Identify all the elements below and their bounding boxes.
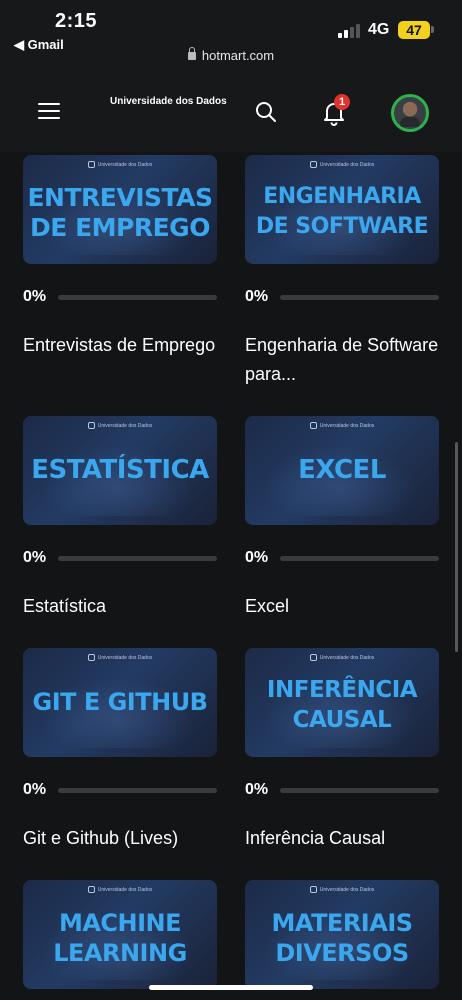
course-title[interactable]: Entrevistas de Emprego	[23, 331, 217, 360]
course-thumbnail[interactable]: Universidade dos Dados MATERIAIS DIVERSO…	[245, 880, 439, 989]
status-bar: 2:15 ◀ Gmail 4G 47 hotmart.com	[0, 0, 462, 74]
thumbnail-logo: Universidade dos Dados	[23, 886, 217, 893]
course-thumbnail[interactable]: Universidade dos Dados INFERÊNCIA CAUSAL	[245, 648, 439, 757]
progress-track	[58, 295, 217, 300]
app-header: Universidade dos Dados 1	[0, 74, 462, 152]
thumbnail-title: MACHINE LEARNING	[53, 909, 187, 967]
search-icon[interactable]	[254, 100, 278, 124]
avatar[interactable]	[391, 94, 429, 132]
status-time: 2:15	[55, 10, 98, 32]
thumbnail-logo: Universidade dos Dados	[245, 654, 439, 661]
thumbnail-title: INFERÊNCIA CAUSAL	[266, 677, 418, 733]
course-thumbnail[interactable]: Universidade dos Dados ENGENHARIA DE SOF…	[245, 155, 439, 264]
course-thumbnail[interactable]: Universidade dos Dados EXCEL	[245, 416, 439, 525]
signal-icon	[338, 24, 362, 38]
course-thumbnail[interactable]: Universidade dos Dados ENTREVISTAS DE EM…	[23, 155, 217, 264]
thumbnail-title: ENGENHARIA DE SOFTWARE	[255, 184, 429, 239]
thumbnail-title: ESTATÍSTICA	[31, 455, 209, 485]
brand-name[interactable]: Universidade dos Dados	[110, 96, 227, 107]
progress-row: 0%	[23, 288, 217, 306]
home-indicator[interactable]	[149, 985, 313, 990]
course-thumbnail[interactable]: Universidade dos Dados GIT E GITHUB	[23, 648, 217, 757]
address-bar[interactable]: hotmart.com	[0, 47, 462, 63]
course-title[interactable]: Inferência Causal	[245, 824, 439, 853]
thumbnail-logo: Universidade dos Dados	[23, 422, 217, 429]
thumbnail-title: MATERIAIS DIVERSOS	[271, 909, 413, 967]
thumbnail-logo: Universidade dos Dados	[23, 654, 217, 661]
progress-row: 0%	[245, 781, 439, 799]
network-type: 4G	[368, 21, 390, 38]
course-thumbnail[interactable]: Universidade dos Dados MACHINE LEARNING	[23, 880, 217, 989]
thumbnail-logo: Universidade dos Dados	[23, 161, 217, 168]
thumbnail-title: ENTREVISTAS DE EMPREGO	[27, 183, 213, 242]
progress-percent: 0%	[23, 781, 47, 798]
menu-icon[interactable]	[38, 102, 60, 120]
progress-percent: 0%	[23, 288, 47, 305]
progress-row: 0%	[23, 549, 217, 567]
progress-track	[58, 556, 217, 561]
progress-row: 0%	[245, 288, 439, 306]
url-text: hotmart.com	[201, 48, 275, 63]
lock-icon	[187, 47, 196, 60]
course-title[interactable]: Engenharia de Software para...	[245, 331, 439, 389]
course-title[interactable]: Git e Github (Lives)	[23, 824, 217, 853]
progress-row: 0%	[23, 781, 217, 799]
notification-badge: 1	[334, 94, 350, 110]
progress-percent: 0%	[245, 549, 269, 566]
progress-percent: 0%	[245, 781, 269, 798]
progress-track	[280, 295, 439, 300]
course-title[interactable]: Excel	[245, 592, 439, 621]
thumbnail-title: GIT E GITHUB	[32, 688, 208, 716]
thumbnail-title: EXCEL	[298, 455, 386, 485]
progress-track	[280, 788, 439, 793]
progress-track	[280, 556, 439, 561]
progress-percent: 0%	[23, 549, 47, 566]
battery-tip	[431, 26, 434, 33]
progress-row: 0%	[245, 549, 439, 567]
thumbnail-logo: Universidade dos Dados	[245, 886, 439, 893]
thumbnail-logo: Universidade dos Dados	[245, 161, 439, 168]
progress-track	[58, 788, 217, 793]
course-title[interactable]: Estatística	[23, 592, 217, 621]
scrollbar[interactable]	[455, 442, 458, 652]
thumbnail-logo: Universidade dos Dados	[245, 422, 439, 429]
battery-icon: 47	[398, 21, 430, 39]
progress-percent: 0%	[245, 288, 269, 305]
course-thumbnail[interactable]: Universidade dos Dados ESTATÍSTICA	[23, 416, 217, 525]
